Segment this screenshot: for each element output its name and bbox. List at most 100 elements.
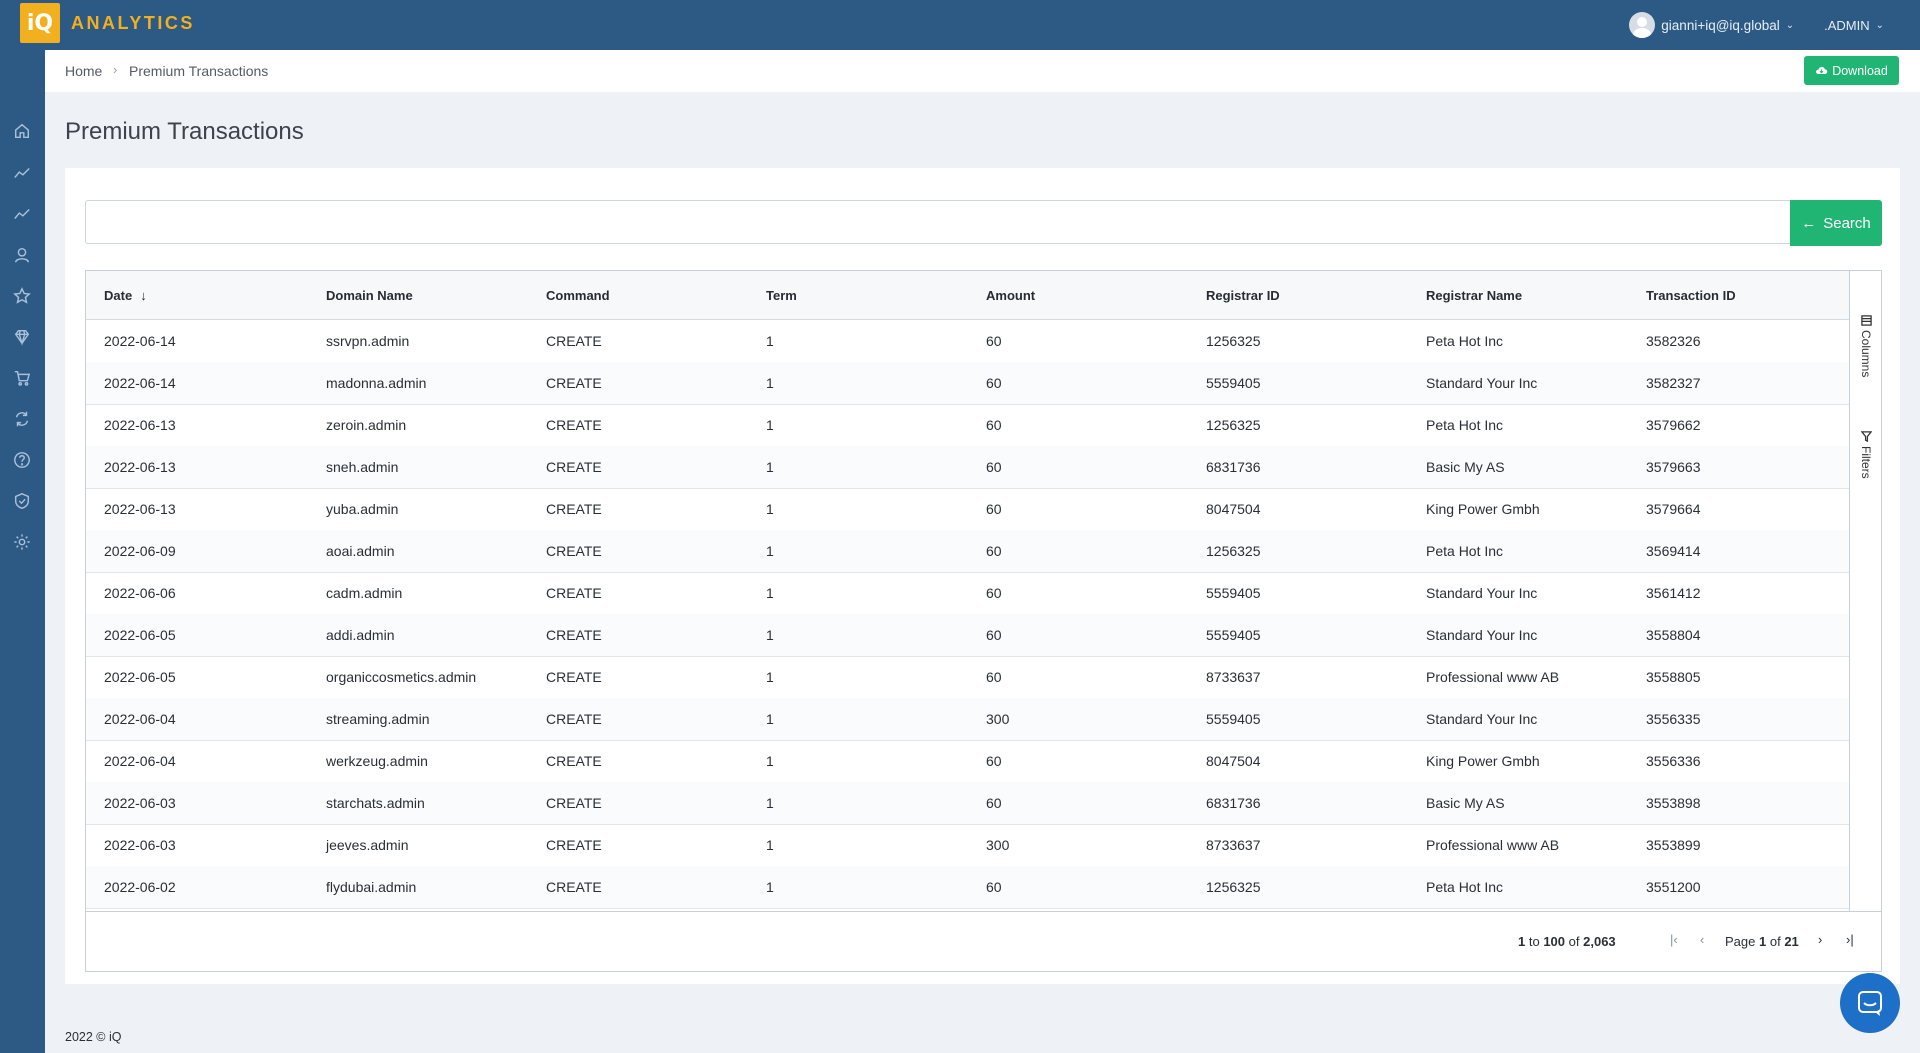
cell-domain: flydubai.admin [326, 879, 417, 895]
download-button[interactable]: Download [1804, 56, 1899, 85]
cell-date: 2022-06-14 [104, 333, 176, 349]
table-row[interactable]: 2022-06-13 zeroin.admin CREATE 1 60 1256325 Pe… [86, 404, 1849, 447]
shield-icon[interactable] [11, 490, 33, 512]
table-row[interactable]: 2022-06-14 ssrvpn.admin CREATE 1 60 1256325 Pe… [86, 320, 1849, 363]
cell-transaction-id: 3556335 [1646, 711, 1701, 727]
cell-registrar-id: 1256325 [1206, 417, 1261, 433]
chevron-down-icon[interactable]: ⌄ [1786, 20, 1794, 31]
logo-text[interactable]: ANALYTICS [71, 13, 195, 34]
cell-date: 2022-06-03 [104, 795, 176, 811]
cell-amount: 60 [986, 585, 1002, 601]
cell-transaction-id: 3558804 [1646, 627, 1701, 643]
table-row[interactable]: 2022-06-06 cadm.admin CREATE 1 60 5559405 Stan… [86, 572, 1849, 615]
cell-command: CREATE [546, 543, 602, 559]
sort-down-icon[interactable]: ↓ [140, 288, 147, 303]
cell-registrar-id: 5559405 [1206, 711, 1261, 727]
user-icon[interactable] [11, 244, 33, 266]
tab-columns[interactable]: Columns [1856, 315, 1876, 377]
star-icon[interactable] [11, 285, 33, 307]
user-email-menu[interactable]: gianni+iq@iq.global [1661, 18, 1779, 33]
col-transaction-id-header[interactable]: Transaction ID [1646, 288, 1736, 303]
search-button[interactable]: ← Search [1790, 200, 1882, 246]
avatar[interactable] [1629, 12, 1656, 38]
col-command-header[interactable]: Command [546, 288, 610, 303]
table-row[interactable]: 2022-06-05 organiccosmetics.admin CREATE 1 6… [86, 656, 1849, 699]
col-registrar-id-header[interactable]: Registrar ID [1206, 288, 1280, 303]
table-row[interactable]: 2022-06-13 sneh.admin CREATE 1 60 6831736 Basi… [86, 446, 1849, 489]
cell-registrar-name: Basic My AS [1426, 459, 1505, 475]
pager-to: 100 [1543, 934, 1566, 949]
cell-amount: 60 [986, 879, 1002, 895]
diamond-icon[interactable] [11, 326, 33, 348]
last-page-icon[interactable]: ›| [1846, 932, 1854, 947]
cloud-download-icon [1815, 66, 1829, 75]
table-row[interactable]: 2022-06-03 starchats.admin CREATE 1 60 683173… [86, 782, 1849, 825]
chat-launcher-button[interactable] [1840, 973, 1900, 1033]
pager-of-word: of [1568, 934, 1580, 949]
cell-domain: ssrvpn.admin [326, 333, 410, 349]
cell-transaction-id: 3582327 [1646, 375, 1701, 391]
first-page-icon[interactable]: |‹ [1670, 932, 1678, 947]
cell-term: 1 [766, 837, 774, 853]
col-registrar-name-header[interactable]: Registrar Name [1426, 288, 1522, 303]
table-row[interactable]: 2022-06-09 aoai.admin CREATE 1 60 1256325 Peta… [86, 530, 1849, 573]
cart-icon[interactable] [11, 367, 33, 389]
cell-term: 1 [766, 543, 774, 559]
cell-registrar-name: Standard Your Inc [1426, 627, 1538, 643]
table-row[interactable]: 2022-06-13 yuba.admin CREATE 1 60 8047504 King… [86, 488, 1849, 531]
help-icon[interactable] [11, 449, 33, 471]
cell-term: 1 [766, 795, 774, 811]
cell-command: CREATE [546, 879, 602, 895]
cell-registrar-id: 8733637 [1206, 837, 1261, 853]
next-page-icon[interactable]: › [1818, 932, 1822, 947]
chevron-down-icon: ⌄ [1875, 19, 1884, 31]
refresh-icon[interactable] [11, 408, 33, 430]
table-row[interactable]: 2022-06-03 jeeves.admin CREATE 1 300 8733637 P… [86, 824, 1849, 867]
cell-registrar-name: Peta Hot Inc [1426, 333, 1504, 349]
tab-filters[interactable]: Filters [1856, 431, 1876, 479]
col-amount-header[interactable]: Amount [986, 288, 1035, 303]
cell-domain: organiccosmetics.admin [326, 669, 477, 685]
cell-domain: aoai.admin [326, 543, 395, 559]
pager-page: 1 [1759, 934, 1767, 949]
table-row[interactable]: 2022-06-04 streaming.admin CREATE 1 300 55594… [86, 698, 1849, 741]
role-menu[interactable]: .ADMIN ⌄ [1824, 18, 1884, 33]
table-row[interactable]: 2022-06-02 flydubai.admin CREATE 1 60 1256325… [86, 866, 1849, 909]
cell-command: CREATE [546, 585, 602, 601]
cell-registrar-name: Standard Your Inc [1426, 585, 1538, 601]
trend-icon-2[interactable] [11, 203, 33, 225]
trend-icon[interactable] [11, 162, 33, 184]
cell-transaction-id: 3561412 [1646, 585, 1701, 601]
cell-transaction-id: 3569414 [1646, 543, 1701, 559]
cell-transaction-id: 3579662 [1646, 417, 1701, 433]
logo-icon[interactable]: iQ [20, 3, 60, 43]
gear-icon[interactable] [11, 531, 33, 553]
breadcrumb-home[interactable]: Home [65, 63, 102, 79]
cell-registrar-id: 5559405 [1206, 375, 1261, 391]
home-icon[interactable] [11, 120, 33, 142]
cell-command: CREATE [546, 837, 602, 853]
cell-date: 2022-06-05 [104, 627, 176, 643]
table-row[interactable]: 2022-06-14 madonna.admin CREATE 1 60 5559405 S… [86, 362, 1849, 405]
search-input[interactable] [85, 200, 1790, 244]
table-row[interactable]: 2022-06-04 werkzeug.admin CREATE 1 60 8047504… [86, 740, 1849, 783]
col-date-header[interactable]: Date ↓ [104, 288, 147, 303]
prev-page-icon[interactable]: ‹ [1700, 932, 1704, 947]
cell-amount: 60 [986, 417, 1002, 433]
cell-term: 1 [766, 711, 774, 727]
table-row[interactable]: 2022-06-05 addi.admin CREATE 1 60 5559405 Stan… [86, 614, 1849, 657]
cell-registrar-id: 6831736 [1206, 459, 1261, 475]
cell-registrar-id: 5559405 [1206, 585, 1261, 601]
col-term-header[interactable]: Term [766, 288, 797, 303]
cell-date: 2022-06-04 [104, 753, 176, 769]
breadcrumb: Home › Premium Transactions Download [45, 50, 1920, 92]
cell-registrar-name: Peta Hot Inc [1426, 543, 1504, 559]
col-domain-header[interactable]: Domain Name [326, 288, 413, 303]
cell-command: CREATE [546, 795, 602, 811]
cell-date: 2022-06-13 [104, 459, 176, 475]
cell-transaction-id: 3582326 [1646, 333, 1701, 349]
cell-domain: streaming.admin [326, 711, 430, 727]
cell-date: 2022-06-13 [104, 501, 176, 517]
cell-command: CREATE [546, 459, 602, 475]
grid-header: Date ↓ Domain Name Command Term Amount Re… [86, 271, 1849, 320]
